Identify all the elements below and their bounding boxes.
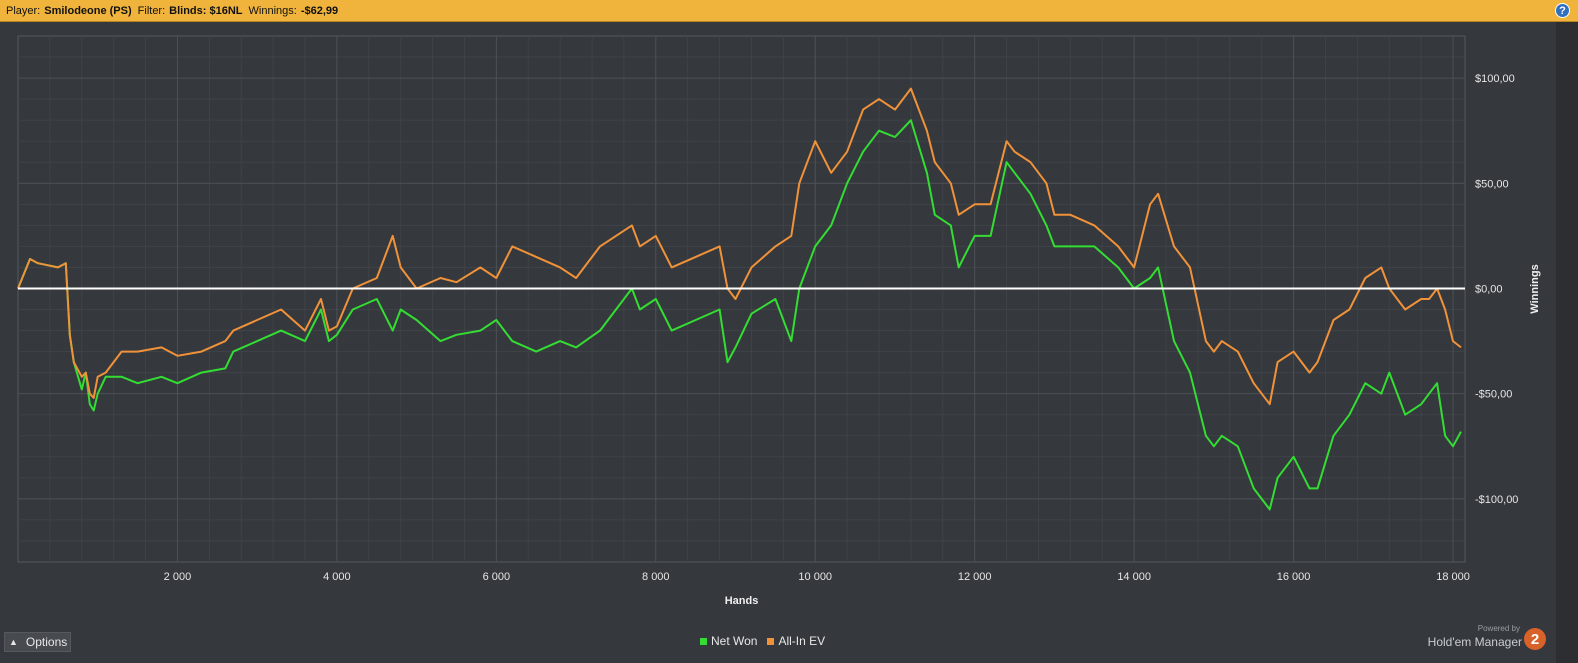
x-tick-label: 8 000 (642, 571, 670, 583)
chevron-up-icon: ▲ (9, 637, 18, 647)
x-tick-label: 4 000 (323, 571, 351, 583)
header-bar: Player: Smilodeone (PS) Filter: Blinds: … (0, 0, 1578, 22)
player-value: Smilodeone (PS) (44, 4, 132, 17)
legend-item-all-in-ev: All-In EV (767, 634, 825, 648)
x-tick-label: 16 000 (1277, 571, 1311, 583)
filter-value: Blinds: $16NL (169, 4, 243, 17)
chart-background (0, 22, 1556, 663)
help-icon[interactable]: ? (1555, 3, 1570, 18)
powered-by-label: Powered by (1477, 624, 1520, 633)
x-tick-label: 14 000 (1117, 571, 1151, 583)
player-label: Player: (6, 4, 41, 17)
legend-swatch-all-in-ev (767, 637, 775, 645)
y-tick-label: -$100,00 (1475, 494, 1518, 506)
y-tick-label: $50,00 (1475, 178, 1509, 190)
x-tick-label: 10 000 (798, 571, 832, 583)
filter-label: Filter: (137, 4, 166, 17)
scroll-edge (1556, 22, 1578, 663)
x-axis-title: Hands (725, 595, 759, 607)
x-tick-label: 2 000 (164, 571, 192, 583)
powered-by: Powered by Hold'em Manager (1422, 624, 1522, 656)
x-tick-label: 18 000 (1436, 571, 1470, 583)
chart-legend: Net Won All-In EV (700, 634, 835, 648)
winnings-chart: 2 000 4 000 6 000 8 000 10 000 12 000 14 000 16… (0, 22, 1556, 663)
options-label: Options (25, 635, 68, 649)
legend-item-net-won: Net Won (700, 634, 757, 648)
legend-label-net-won: Net Won (711, 634, 758, 648)
hm2-logo: 2 (1524, 628, 1546, 650)
y-tick-label: $0,00 (1475, 283, 1503, 295)
winnings-value: -$62,99 (300, 4, 339, 17)
brand-name: Hold'em Manager (1427, 635, 1522, 649)
y-tick-label: -$50,00 (1475, 389, 1512, 401)
x-tick-label: 12 000 (958, 571, 992, 583)
legend-swatch-net-won (700, 637, 707, 645)
legend-label-all-in-ev: All-In EV (778, 634, 826, 648)
y-tick-label: $100,00 (1475, 73, 1515, 85)
x-tick-label: 6 000 (483, 571, 511, 583)
winnings-label: Winnings: (248, 4, 297, 17)
options-button[interactable]: ▲ Options (4, 632, 71, 652)
y-axis-title: Winnings (1529, 264, 1541, 313)
